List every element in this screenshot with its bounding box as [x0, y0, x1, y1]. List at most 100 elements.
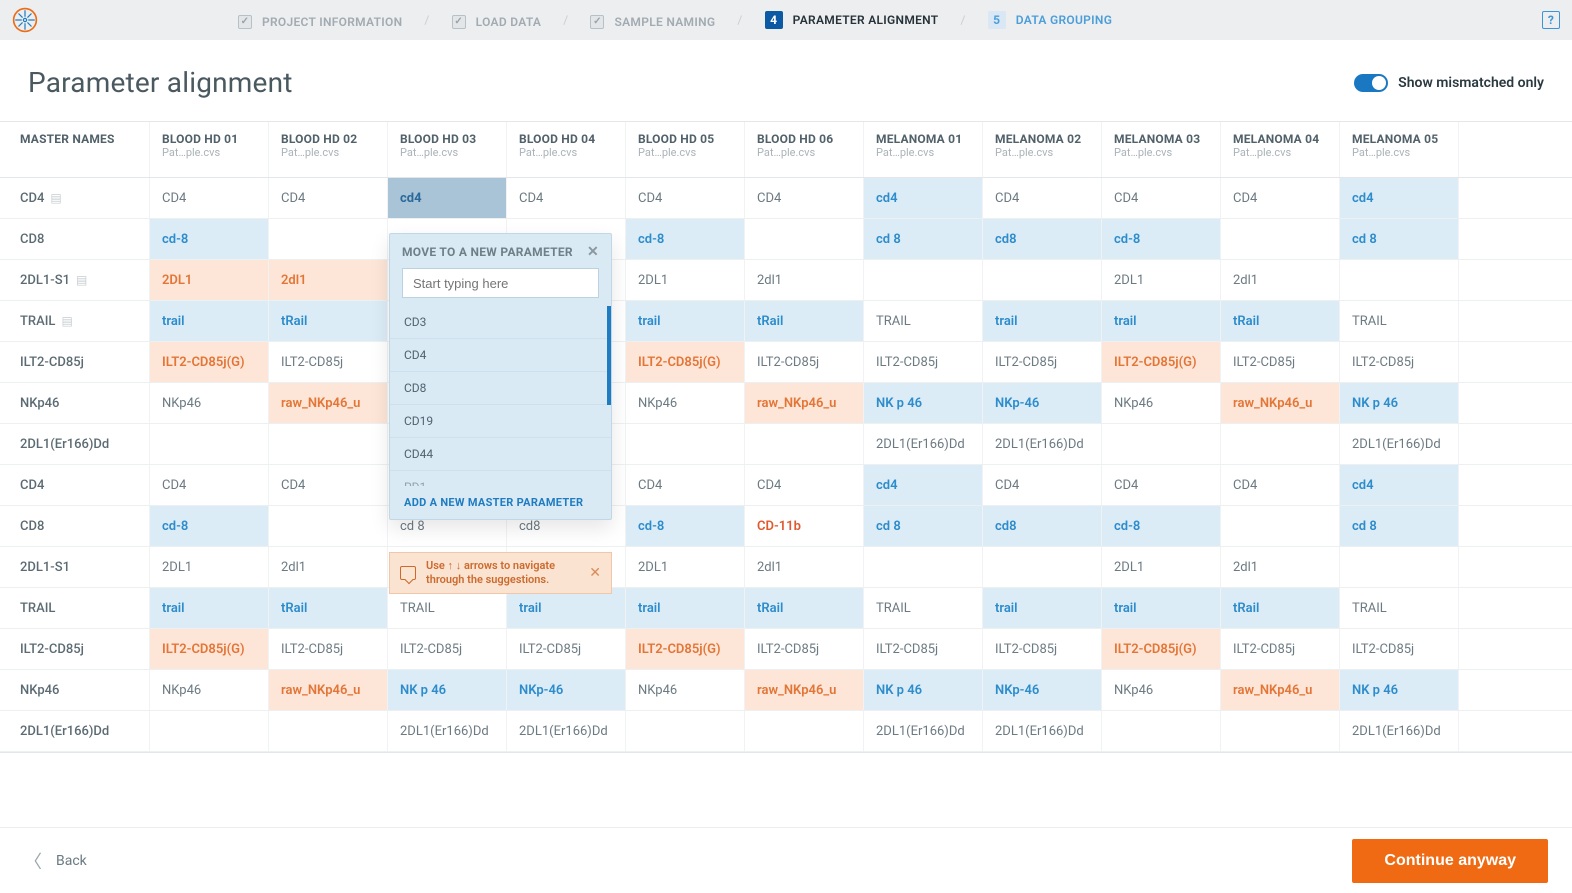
alignment-cell[interactable]: 2dl1 — [1221, 547, 1340, 587]
popover-add-new[interactable]: ADD A NEW MASTER PARAMETER — [390, 486, 611, 519]
alignment-cell[interactable]: cd4 — [864, 178, 983, 218]
master-name-cell[interactable]: CD4▤ — [0, 178, 150, 218]
continue-button[interactable]: Continue anyway — [1352, 839, 1548, 883]
alignment-cell[interactable]: CD4 — [1102, 465, 1221, 505]
alignment-cell[interactable]: tRail — [745, 588, 864, 628]
alignment-cell[interactable]: ILT2-CD85j — [745, 629, 864, 669]
alignment-cell[interactable]: raw_NKp46_u — [269, 670, 388, 710]
alignment-cell[interactable]: 2DL1(Er166)Dd — [1340, 424, 1459, 464]
alignment-cell[interactable]: raw_NKp46_u — [1221, 670, 1340, 710]
alignment-cell[interactable]: 2DL1 — [150, 260, 269, 300]
alignment-cell[interactable]: CD4 — [269, 178, 388, 218]
alignment-cell[interactable] — [626, 711, 745, 751]
alignment-cell[interactable]: 2dl1 — [269, 260, 388, 300]
alignment-cell[interactable]: tRail — [1221, 588, 1340, 628]
alignment-cell[interactable]: cd-8 — [150, 219, 269, 259]
alignment-cell[interactable] — [269, 424, 388, 464]
alignment-cell[interactable]: cd4 — [388, 178, 507, 218]
stepper-step[interactable]: ✓PROJECT INFORMATION — [238, 15, 402, 29]
popover-option[interactable]: PD1 — [390, 471, 611, 486]
alignment-cell[interactable]: CD4 — [983, 465, 1102, 505]
alignment-cell[interactable] — [745, 219, 864, 259]
alignment-cell[interactable]: ILT2-CD85j — [388, 629, 507, 669]
alignment-cell[interactable]: CD4 — [745, 178, 864, 218]
alignment-cell[interactable]: 2DL1 — [150, 547, 269, 587]
alignment-cell[interactable]: cd8 — [983, 506, 1102, 546]
alignment-cell[interactable]: NKp46 — [150, 383, 269, 423]
alignment-cell[interactable] — [864, 260, 983, 300]
alignment-cell[interactable]: raw_NKp46_u — [1221, 383, 1340, 423]
alignment-cell[interactable]: cd4 — [1340, 178, 1459, 218]
alignment-cell[interactable]: cd-8 — [1102, 506, 1221, 546]
popover-option[interactable]: CD4 — [390, 339, 611, 372]
alignment-cell[interactable]: 2dl1 — [745, 547, 864, 587]
alignment-cell[interactable]: trail — [1102, 588, 1221, 628]
sample-column-header[interactable]: MELANOMA 05Pat…ple.cvs — [1340, 122, 1459, 177]
popover-search-input[interactable] — [402, 268, 599, 298]
alignment-cell[interactable]: cd8 — [983, 219, 1102, 259]
alignment-cell[interactable] — [1221, 424, 1340, 464]
alignment-cell[interactable]: TRAIL — [864, 588, 983, 628]
alignment-cell[interactable]: 2DL1(Er166)Dd — [1340, 711, 1459, 751]
alignment-cell[interactable] — [864, 547, 983, 587]
alignment-cell[interactable]: CD4 — [745, 465, 864, 505]
alignment-cell[interactable]: TRAIL — [1340, 301, 1459, 341]
alignment-cell[interactable]: ILT2-CD85j(G) — [150, 629, 269, 669]
alignment-cell[interactable]: CD4 — [626, 178, 745, 218]
alignment-cell[interactable]: 2DL1 — [626, 260, 745, 300]
sample-column-header[interactable]: MELANOMA 01Pat…ple.cvs — [864, 122, 983, 177]
popover-option[interactable]: CD3 — [390, 306, 611, 339]
alignment-cell[interactable] — [745, 711, 864, 751]
alignment-cell[interactable]: CD4 — [150, 465, 269, 505]
sample-column-header[interactable]: MELANOMA 02Pat…ple.cvs — [983, 122, 1102, 177]
master-name-cell[interactable]: TRAIL▤ — [0, 301, 150, 341]
master-name-cell[interactable]: CD4 — [0, 465, 150, 505]
alignment-cell[interactable]: trail — [150, 301, 269, 341]
master-name-cell[interactable]: 2DL1(Er166)Dd — [0, 711, 150, 751]
alignment-cell[interactable]: ILT2-CD85j — [507, 629, 626, 669]
alignment-cell[interactable]: ILT2-CD85j(G) — [1102, 629, 1221, 669]
alignment-cell[interactable] — [150, 424, 269, 464]
help-icon[interactable]: ? — [1542, 11, 1560, 29]
alignment-cell[interactable] — [1340, 547, 1459, 587]
alignment-cell[interactable]: ILT2-CD85j — [864, 342, 983, 382]
sample-column-header[interactable]: MELANOMA 03Pat…ple.cvs — [1102, 122, 1221, 177]
alignment-cell[interactable]: NKp46 — [1102, 670, 1221, 710]
alignment-cell[interactable] — [745, 424, 864, 464]
alignment-cell[interactable]: cd 8 — [1340, 506, 1459, 546]
alignment-cell[interactable] — [269, 711, 388, 751]
alignment-cell[interactable]: TRAIL — [1340, 588, 1459, 628]
alignment-cell[interactable]: TRAIL — [864, 301, 983, 341]
alignment-cell[interactable] — [1102, 711, 1221, 751]
mismatched-toggle[interactable] — [1354, 74, 1388, 92]
alignment-cell[interactable]: ILT2-CD85j(G) — [626, 629, 745, 669]
alignment-cell[interactable]: 2DL1(Er166)Dd — [983, 711, 1102, 751]
alignment-cell[interactable]: 2DL1 — [626, 547, 745, 587]
alignment-cell[interactable]: ILT2-CD85j — [269, 342, 388, 382]
alignment-cell[interactable]: cd4 — [864, 465, 983, 505]
master-name-cell[interactable]: ILT2-CD85j — [0, 629, 150, 669]
alignment-cell[interactable]: ILT2-CD85j — [983, 342, 1102, 382]
sample-column-header[interactable]: BLOOD HD 04Pat…ple.cvs — [507, 122, 626, 177]
hint-close-icon[interactable]: ✕ — [589, 565, 601, 581]
alignment-cell[interactable]: ILT2-CD85j — [269, 629, 388, 669]
alignment-cell[interactable]: CD4 — [1102, 178, 1221, 218]
alignment-cell[interactable]: ILT2-CD85j(G) — [150, 342, 269, 382]
popover-option[interactable]: CD19 — [390, 405, 611, 438]
alignment-cell[interactable]: NK p 46 — [864, 670, 983, 710]
alignment-cell[interactable]: ILT2-CD85j — [1340, 342, 1459, 382]
alignment-cell[interactable]: cd-8 — [1102, 219, 1221, 259]
alignment-cell[interactable]: tRail — [269, 588, 388, 628]
alignment-cell[interactable]: ILT2-CD85j — [983, 629, 1102, 669]
alignment-cell[interactable]: NKp46 — [1102, 383, 1221, 423]
alignment-cell[interactable]: 2DL1 — [1102, 260, 1221, 300]
alignment-cell[interactable] — [150, 711, 269, 751]
alignment-cell[interactable]: tRail — [269, 301, 388, 341]
alignment-cell[interactable] — [1221, 506, 1340, 546]
alignment-cell[interactable]: 2DL1(Er166)Dd — [864, 424, 983, 464]
alignment-cell[interactable]: tRail — [1221, 301, 1340, 341]
master-name-cell[interactable]: CD8 — [0, 506, 150, 546]
alignment-cell[interactable]: cd 8 — [864, 219, 983, 259]
master-name-cell[interactable]: CD8 — [0, 219, 150, 259]
alignment-cell[interactable] — [983, 547, 1102, 587]
